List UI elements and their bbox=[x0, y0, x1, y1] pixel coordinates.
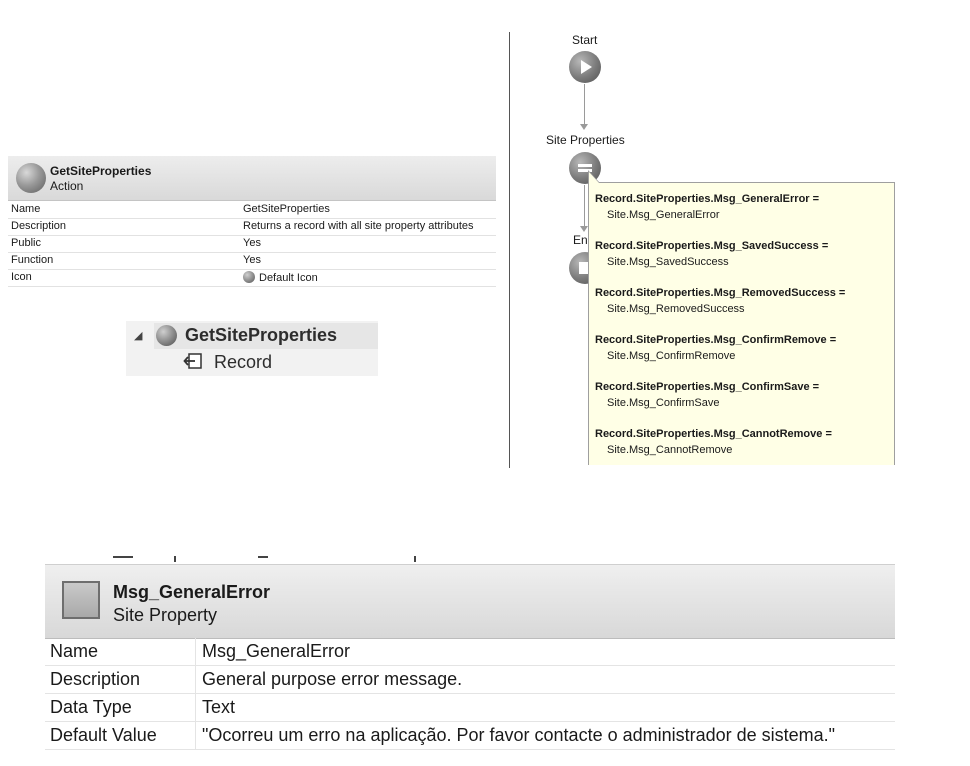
action-node-icon bbox=[156, 325, 177, 346]
action-properties-header: GetSiteProperties Action bbox=[8, 156, 496, 201]
cropped-row-fragment bbox=[113, 556, 416, 562]
assignment-variable: Record.SiteProperties.Msg_SavedSuccess = bbox=[595, 240, 829, 252]
assignment-value: Site.Msg_GeneralError bbox=[607, 209, 720, 221]
assignment-value: Site.Msg_ConfirmSave bbox=[607, 397, 720, 409]
property-key: Icon bbox=[11, 271, 32, 283]
assignment-variable: Record.SiteProperties.Msg_RemovedSuccess… bbox=[595, 287, 846, 299]
property-value[interactable]: GetSiteProperties bbox=[243, 203, 330, 215]
property-value[interactable]: Yes bbox=[243, 254, 261, 266]
property-row-description[interactable]: Description General purpose error messag… bbox=[45, 666, 895, 694]
assignment-value: Site.Msg_CannotRemove bbox=[607, 444, 733, 456]
property-value[interactable]: "Ocorreu um erro na aplicação. Por favor… bbox=[202, 725, 835, 746]
site-property-icon bbox=[62, 581, 100, 619]
site-property-subtitle: Site Property bbox=[113, 605, 218, 625]
assign-node-label: Site Properties bbox=[546, 133, 625, 147]
property-row-icon[interactable]: Icon Default Icon bbox=[8, 269, 496, 287]
property-row-public[interactable]: Public Yes bbox=[8, 235, 496, 253]
property-row-name[interactable]: Name GetSiteProperties bbox=[8, 201, 496, 219]
assignment-variable: Record.SiteProperties.Msg_GeneralError = bbox=[595, 193, 820, 205]
action-properties-panel: GetSiteProperties Action Name GetSitePro… bbox=[8, 156, 496, 290]
expand-arrow-icon[interactable]: ◢ bbox=[134, 329, 142, 342]
assignment-item: Record.SiteProperties.Msg_ConfirmSave = … bbox=[595, 379, 819, 411]
assignment-item: Record.SiteProperties.Msg_ConfirmRemove … bbox=[595, 332, 836, 364]
assignment-value: Site.Msg_RemovedSuccess bbox=[607, 303, 745, 315]
property-value[interactable]: General purpose error message. bbox=[202, 669, 462, 690]
assignment-value: Site.Msg_SavedSuccess bbox=[607, 256, 729, 268]
tree-node-record[interactable]: Record bbox=[214, 352, 272, 373]
property-key: Default Value bbox=[50, 725, 157, 745]
flow-arrow-icon bbox=[580, 226, 588, 232]
play-icon bbox=[581, 60, 592, 74]
property-key: Description bbox=[11, 220, 67, 232]
property-value[interactable]: Returns a record with all site property … bbox=[243, 220, 474, 232]
property-row-function[interactable]: Function Yes bbox=[8, 252, 496, 270]
property-value[interactable]: Default Icon bbox=[243, 271, 318, 284]
property-key: Name bbox=[50, 641, 99, 661]
assignments-tooltip: Record.SiteProperties.Msg_GeneralError =… bbox=[588, 182, 895, 465]
elements-tree: ◢ GetSiteProperties Record bbox=[126, 321, 378, 376]
action-title: GetSiteProperties bbox=[50, 164, 152, 178]
start-node-label: Start bbox=[572, 33, 598, 47]
property-value[interactable]: Msg_GeneralError bbox=[202, 641, 350, 662]
flow-arrow-icon bbox=[580, 124, 588, 130]
flow-connector bbox=[584, 84, 585, 128]
default-icon bbox=[243, 271, 255, 283]
property-key: Public bbox=[11, 237, 41, 249]
property-key: Description bbox=[50, 669, 141, 689]
icon-value-label: Default Icon bbox=[259, 272, 318, 284]
tree-node-getsiteproperties[interactable]: GetSiteProperties bbox=[185, 325, 337, 346]
start-node[interactable] bbox=[569, 51, 601, 83]
action-icon bbox=[16, 163, 46, 193]
assignment-item: Record.SiteProperties.Msg_RemovedSuccess… bbox=[595, 285, 845, 317]
site-property-header: Msg_GeneralError Site Property bbox=[45, 564, 895, 639]
assignment-item: Record.SiteProperties.Msg_CannotRemove =… bbox=[595, 426, 832, 458]
assignment-item: Record.SiteProperties.Msg_GeneralError =… bbox=[595, 191, 819, 223]
action-subtitle: Action bbox=[50, 179, 84, 193]
property-key: Data Type bbox=[50, 697, 132, 717]
property-key: Function bbox=[11, 254, 54, 266]
assignment-value: Site.Msg_ConfirmRemove bbox=[607, 350, 736, 362]
site-property-grid: Name Msg_GeneralError Description Genera… bbox=[45, 638, 895, 750]
assignment-item: Record.SiteProperties.Msg_SavedSuccess =… bbox=[595, 238, 828, 270]
tooltip-pointer-fill bbox=[589, 172, 599, 183]
flow-connector bbox=[584, 185, 585, 229]
site-property-title: Msg_GeneralError bbox=[113, 582, 271, 602]
assignment-variable: Record.SiteProperties.Msg_CannotRemove = bbox=[595, 428, 832, 440]
property-key: Name bbox=[11, 203, 41, 215]
property-row-description[interactable]: Description Returns a record with all si… bbox=[8, 218, 496, 236]
assignment-variable: Record.SiteProperties.Msg_ConfirmRemove … bbox=[595, 334, 837, 346]
equals-icon bbox=[578, 164, 592, 167]
property-value[interactable]: Yes bbox=[243, 237, 261, 249]
assignment-variable: Record.SiteProperties.Msg_ConfirmSave = bbox=[595, 381, 820, 393]
property-row-name[interactable]: Name Msg_GeneralError bbox=[45, 638, 895, 666]
panel-divider bbox=[509, 32, 510, 468]
output-parameter-icon bbox=[183, 353, 202, 369]
property-row-data-type[interactable]: Data Type Text bbox=[45, 694, 895, 722]
property-value[interactable]: Text bbox=[202, 697, 235, 718]
property-row-default-value[interactable]: Default Value "Ocorreu um erro na aplica… bbox=[45, 722, 895, 750]
